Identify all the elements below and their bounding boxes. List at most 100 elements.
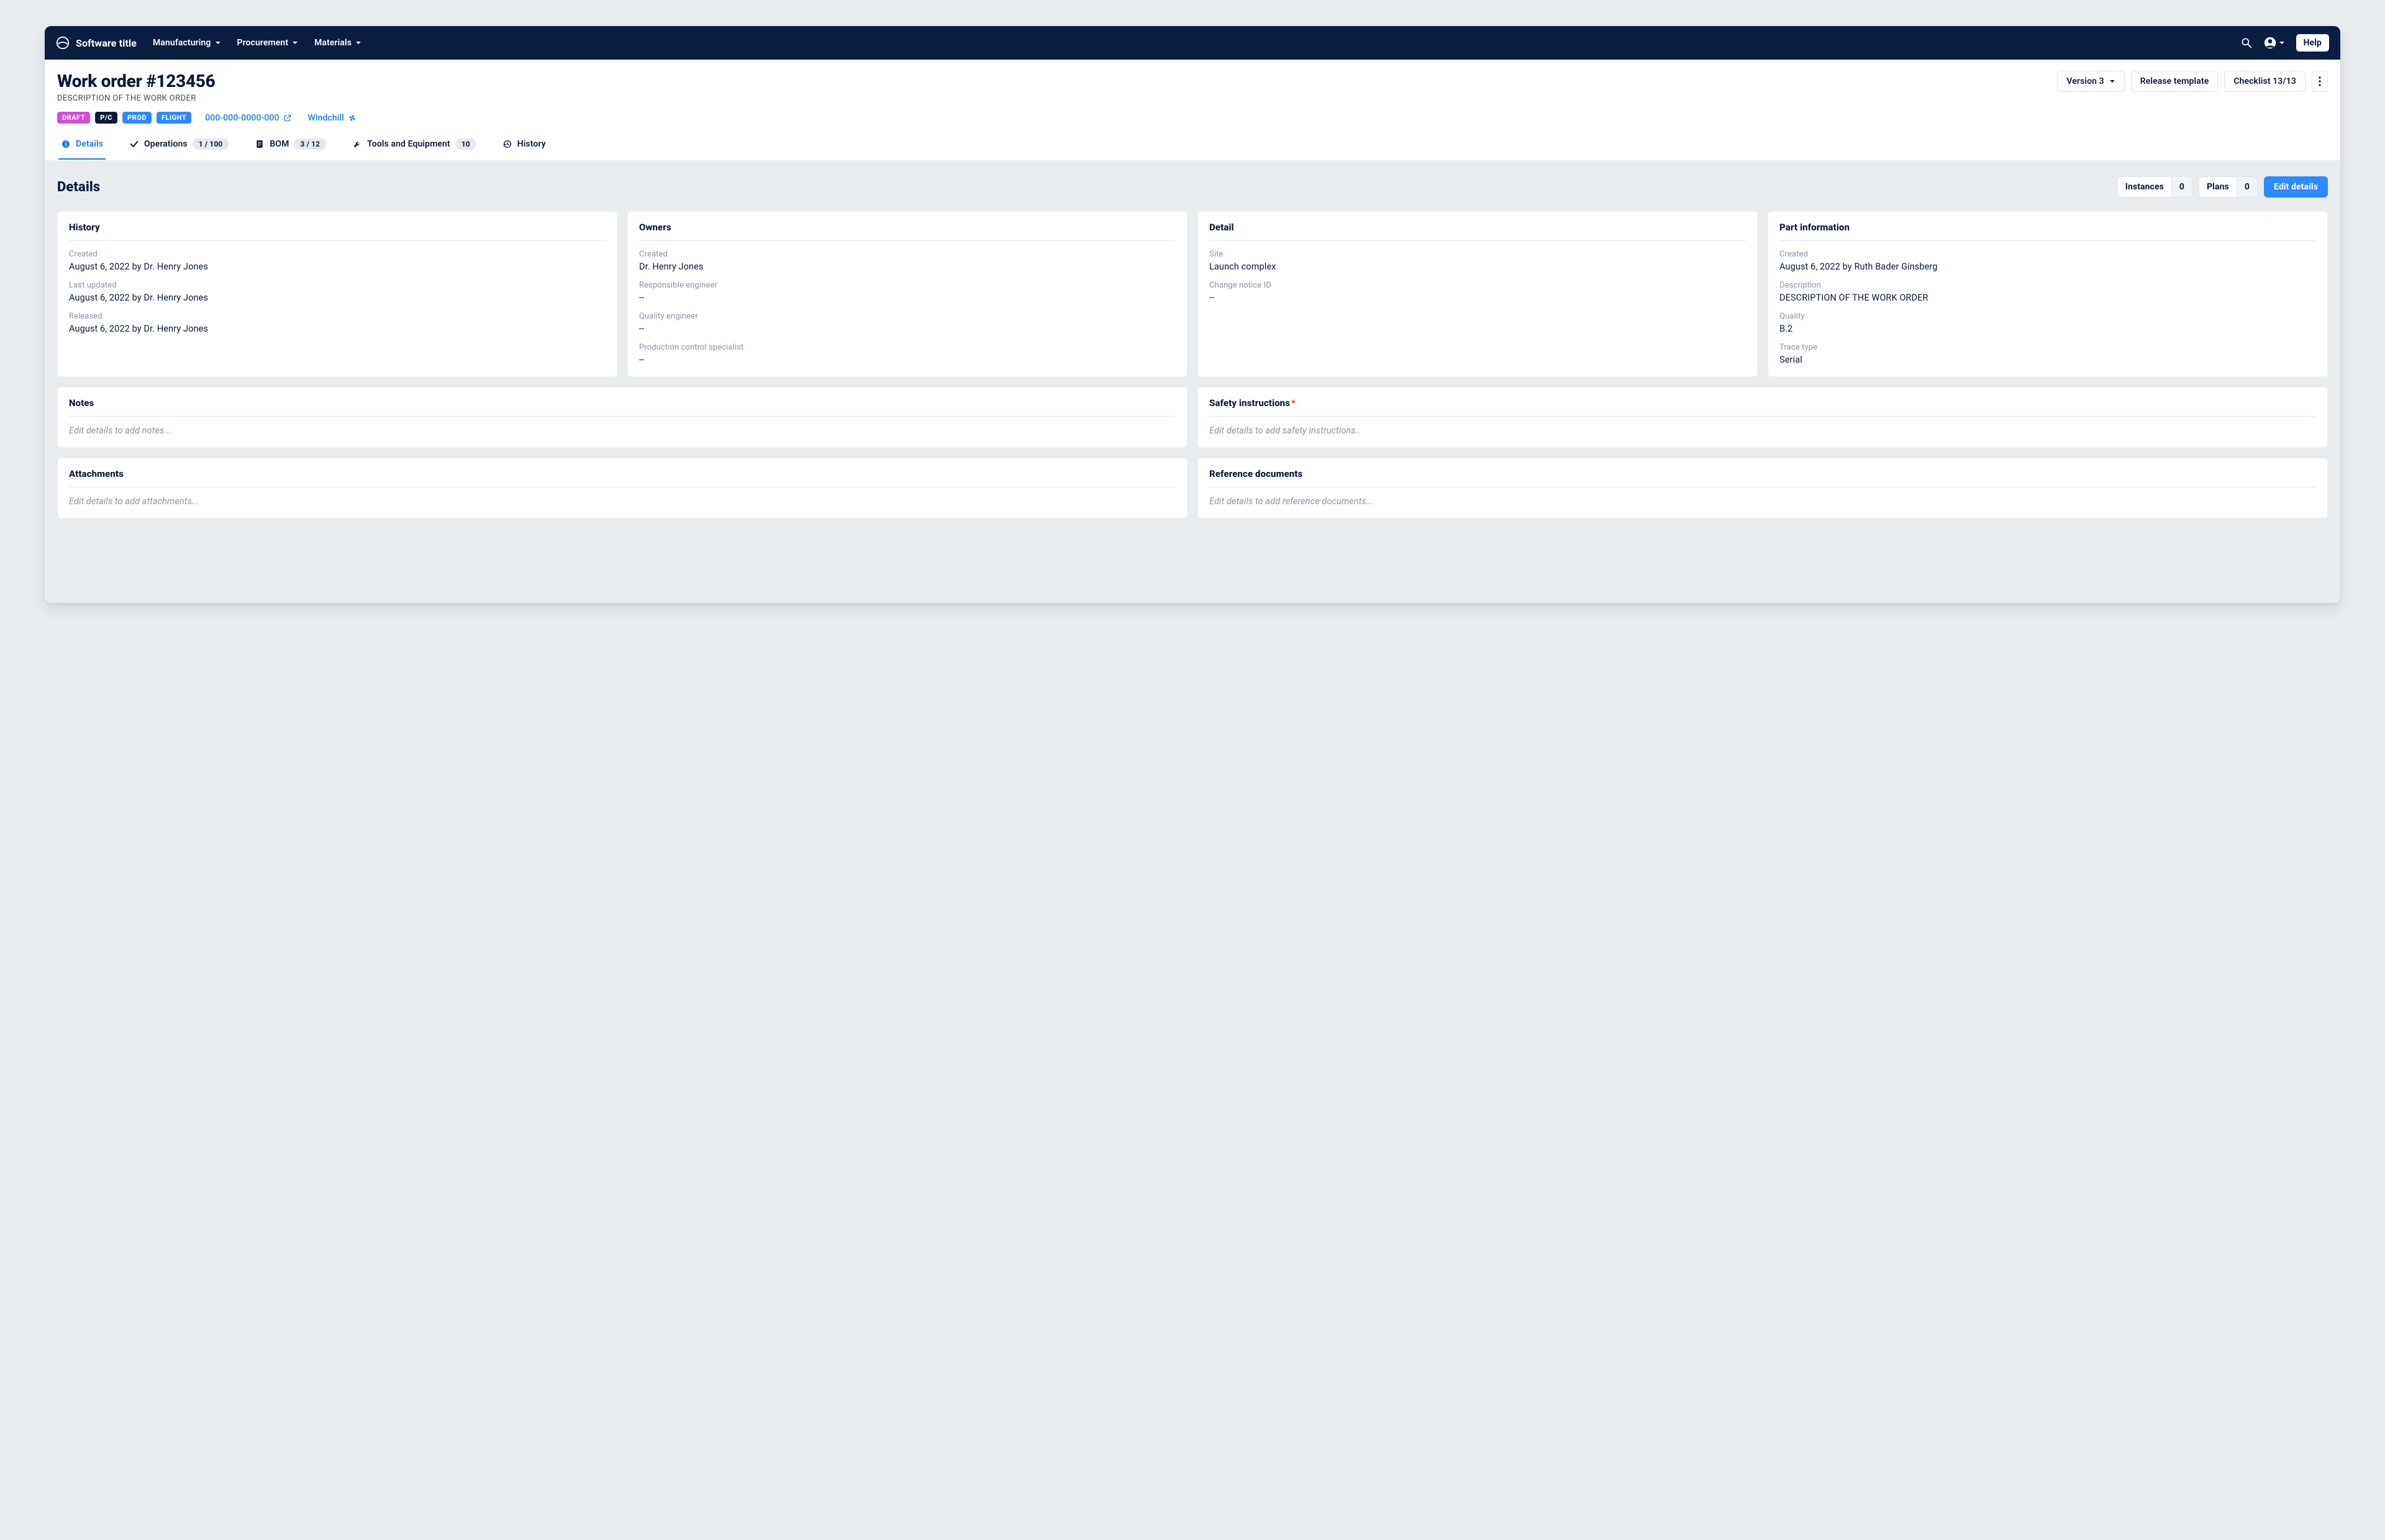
nav-menu-label: Procurement xyxy=(237,38,289,48)
card-title-text: Safety instructions xyxy=(1209,397,1290,409)
tab-tools[interactable]: Tools and Equipment 10 xyxy=(350,132,479,160)
required-asterisk-icon: * xyxy=(1291,397,1296,409)
nav-menu-manufacturing[interactable]: Manufacturing xyxy=(153,38,220,48)
field-value: -- xyxy=(639,355,1176,365)
tab-label: BOM xyxy=(270,139,289,149)
brand-title: Software title xyxy=(76,37,137,49)
page-header: Work order #123456 DESCRIPTION OF THE WO… xyxy=(45,60,2340,160)
release-template-label: Release template xyxy=(2140,76,2209,86)
field-value: Dr. Henry Jones xyxy=(639,261,1176,272)
tab-label: Details xyxy=(76,139,103,149)
app-window: Software title Manufacturing Procurement… xyxy=(45,26,2340,603)
card-title: Owners xyxy=(639,222,1176,241)
status-badge-flight: FLIGHT xyxy=(157,112,191,124)
instances-button[interactable]: Instances 0 xyxy=(2117,176,2192,197)
checklist-button[interactable]: Checklist 13/13 xyxy=(2224,71,2306,92)
card-title: Notes xyxy=(69,397,1176,417)
card-title: Reference documents xyxy=(1209,468,2316,487)
nav-menu-materials[interactable]: Materials xyxy=(314,38,361,48)
field-label: Last updated xyxy=(69,281,606,290)
external-id-link[interactable]: 000-000-0000-000 xyxy=(205,113,291,123)
tab-history[interactable]: History xyxy=(500,132,548,160)
tab-label: Tools and Equipment xyxy=(367,139,450,149)
windchill-link[interactable]: Windchill xyxy=(308,113,357,123)
version-label: Version 3 xyxy=(2066,76,2104,86)
topbar-right: Help xyxy=(2240,34,2329,52)
tab-count: 1 / 100 xyxy=(193,138,229,150)
windchill-label: Windchill xyxy=(308,113,344,123)
caret-down-icon xyxy=(292,40,298,46)
card-part-information: Part information Created August 6, 2022 … xyxy=(1768,211,2328,377)
card-title: Attachments xyxy=(69,468,1176,487)
tab-details[interactable]: Details xyxy=(58,132,106,160)
field-label: Created xyxy=(69,250,606,259)
card-owners: Owners Created Dr. Henry Jones Responsib… xyxy=(627,211,1188,377)
page-title: Work order #123456 xyxy=(57,71,216,91)
release-template-button[interactable]: Release template xyxy=(2131,71,2219,92)
field-label: Site xyxy=(1209,250,1746,259)
nav-menu-label: Manufacturing xyxy=(153,38,211,48)
document-icon xyxy=(255,139,265,149)
brand-logo-icon xyxy=(56,36,70,50)
external-id-text: 000-000-0000-000 xyxy=(205,113,279,123)
field-label: Quality engineer xyxy=(639,312,1176,321)
safety-placeholder: Edit details to add safety instructions.… xyxy=(1209,425,2316,436)
caret-down-icon xyxy=(2279,40,2285,46)
card-reference-documents: Reference documents Edit details to add … xyxy=(1197,458,2328,519)
tabs: Details Operations 1 / 100 BOM 3 / 12 To… xyxy=(57,132,2328,160)
field-label: Responsible engineer xyxy=(639,281,1176,290)
tab-operations[interactable]: Operations 1 / 100 xyxy=(127,132,231,160)
field-label: Created xyxy=(1779,250,2316,259)
notes-placeholder: Edit details to add notes... xyxy=(69,425,1176,436)
search-button[interactable] xyxy=(2240,37,2253,49)
instances-count: 0 xyxy=(2171,177,2192,197)
field-label: Created xyxy=(639,250,1176,259)
field-value: Serial xyxy=(1779,355,2316,365)
tab-label: History xyxy=(517,139,546,149)
plans-count: 0 xyxy=(2237,177,2257,197)
check-icon xyxy=(129,139,139,149)
nav-menu-label: Materials xyxy=(314,38,352,48)
field-label: Production control specialist xyxy=(639,343,1176,352)
history-icon xyxy=(502,139,512,149)
field-value: -- xyxy=(1209,292,1746,303)
field-value: August 6, 2022 by Dr. Henry Jones xyxy=(69,324,606,334)
refs-placeholder: Edit details to add reference documents.… xyxy=(1209,496,2316,507)
tab-label: Operations xyxy=(144,139,188,149)
checklist-label: Checklist 13/13 xyxy=(2233,76,2296,86)
user-avatar-icon xyxy=(2264,37,2276,49)
card-notes: Notes Edit details to add notes... xyxy=(57,387,1188,448)
card-title: Part information xyxy=(1779,222,2316,241)
kebab-icon xyxy=(2319,76,2321,86)
help-button[interactable]: Help xyxy=(2296,34,2329,52)
wrench-icon xyxy=(352,139,362,149)
tab-bom[interactable]: BOM 3 / 12 xyxy=(252,132,329,160)
card-safety-instructions: Safety instructions* Edit details to add… xyxy=(1197,387,2328,448)
field-value: DESCRIPTION OF THE WORK ORDER xyxy=(1779,292,2316,303)
status-badge-prod: PROD xyxy=(122,112,152,124)
search-icon xyxy=(2240,37,2253,49)
instances-label: Instances xyxy=(2118,177,2171,197)
plans-button[interactable]: Plans 0 xyxy=(2199,176,2258,197)
edit-details-button[interactable]: Edit details xyxy=(2264,176,2328,197)
more-actions-button[interactable] xyxy=(2312,71,2328,92)
field-value: August 6, 2022 by Ruth Bader Ginsberg xyxy=(1779,261,2316,272)
field-label: Trace type xyxy=(1779,343,2316,352)
account-menu[interactable] xyxy=(2264,37,2285,49)
nav-menu-procurement[interactable]: Procurement xyxy=(237,38,299,48)
card-detail: Detail Site Launch complex Change notice… xyxy=(1197,211,1758,377)
header-actions: Version 3 Release template Checklist 13/… xyxy=(2057,71,2328,92)
tab-count: 3 / 12 xyxy=(294,138,326,150)
section-title: Details xyxy=(57,179,100,195)
card-title: Safety instructions* xyxy=(1209,397,2316,417)
field-value: August 6, 2022 by Dr. Henry Jones xyxy=(69,261,606,272)
badge-row: DRAFT P/C PROD FLIGHT 000-000-0000-000 W… xyxy=(57,112,2328,124)
status-badge-draft: DRAFT xyxy=(57,112,90,124)
field-value: B.2 xyxy=(1779,324,2316,334)
version-dropdown[interactable]: Version 3 xyxy=(2057,71,2124,92)
card-title: History xyxy=(69,222,606,241)
topbar: Software title Manufacturing Procurement… xyxy=(45,26,2340,60)
brand[interactable]: Software title xyxy=(56,36,137,50)
pinwheel-icon xyxy=(348,114,357,122)
info-icon xyxy=(61,139,71,149)
